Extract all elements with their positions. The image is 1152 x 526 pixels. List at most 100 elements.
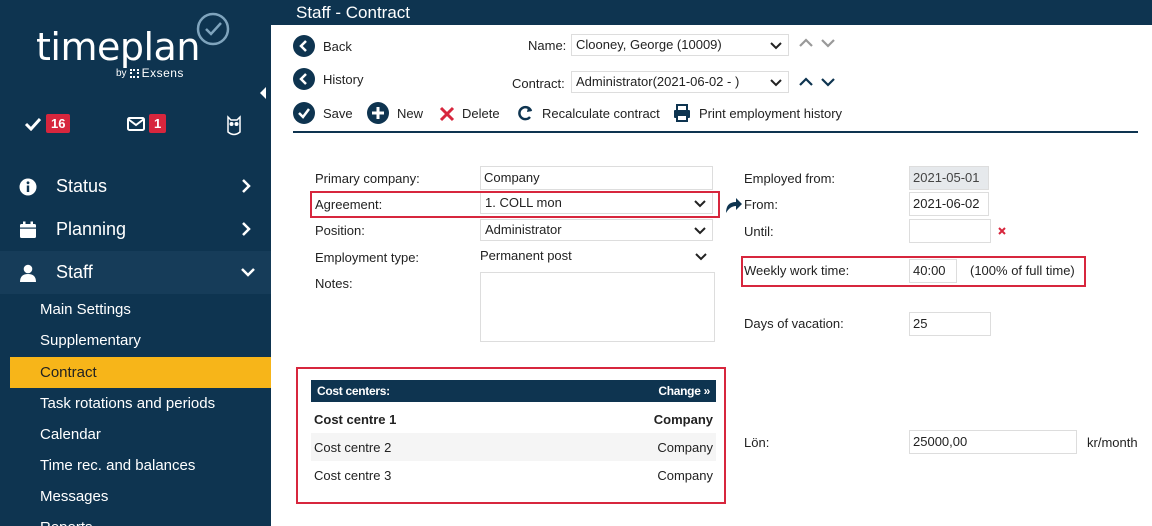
position-select[interactable]: Administrator	[480, 219, 713, 241]
chevron-right-icon	[242, 222, 251, 236]
notes-label: Notes:	[315, 276, 353, 291]
previous-person-icon[interactable]	[799, 38, 813, 48]
next-contract-icon[interactable]	[821, 77, 835, 87]
new-label: New	[397, 105, 424, 121]
sidebar: timeplan by Exsens 16 1 Status Planning …	[0, 0, 271, 526]
primary-company-field[interactable]: Company	[480, 166, 713, 190]
nav-planning[interactable]: Planning	[0, 208, 271, 251]
messages-badge: 1	[149, 114, 167, 133]
until-label: Until:	[744, 224, 774, 239]
name-select[interactable]: Clooney, George (10009)	[571, 34, 789, 56]
save-button[interactable]: Save	[293, 102, 353, 124]
contract-label: Contract:	[512, 76, 565, 91]
employed-from-label: Employed from:	[744, 171, 836, 186]
position-label: Position:	[315, 223, 365, 238]
sidebar-item-contract[interactable]: Contract	[10, 357, 271, 388]
collapse-sidebar-icon[interactable]	[260, 87, 266, 99]
sidebar-item-main-settings[interactable]: Main Settings	[0, 294, 271, 325]
sidebar-item-reports[interactable]: Reports	[0, 512, 271, 526]
nav-status[interactable]: Status	[0, 165, 271, 208]
name-label: Name:	[528, 38, 567, 53]
recalculate-label: Recalculate contract	[542, 105, 660, 121]
owl-button[interactable]	[226, 114, 242, 136]
envelope-icon	[127, 116, 145, 131]
salary-field[interactable]: 25000,00	[909, 430, 1077, 454]
arrow-left-icon	[293, 35, 315, 57]
quick-actions: 16 1	[0, 114, 271, 140]
chevron-down-icon	[770, 42, 782, 50]
toolbar-divider	[293, 131, 1138, 133]
employment-type-label: Employment type:	[315, 250, 420, 265]
chevron-down-icon	[770, 79, 782, 87]
arrow-left-icon	[293, 68, 315, 90]
position-select-value: Administrator	[485, 222, 562, 237]
timeplan-logo[interactable]: timeplan by Exsens	[36, 12, 236, 84]
sidebar-item-task-rotations[interactable]: Task rotations and periods	[0, 388, 271, 419]
notes-textarea[interactable]	[480, 272, 715, 342]
employment-type-select[interactable]: Permanent post	[476, 246, 713, 268]
calendar-icon	[20, 221, 36, 238]
logo-by: by	[116, 67, 127, 79]
chevron-right-icon	[242, 179, 251, 193]
back-label: Back	[323, 38, 352, 54]
print-history-label: Print employment history	[699, 105, 843, 121]
from-date-field[interactable]: 2021-06-02	[909, 192, 989, 216]
delete-button[interactable]: Delete	[438, 102, 500, 124]
exsens-mark-icon	[129, 68, 139, 78]
clear-x-icon[interactable]	[997, 226, 1007, 236]
chevron-down-icon	[241, 268, 255, 277]
previous-contract-icon[interactable]	[799, 77, 813, 87]
logo-text: timeplan	[36, 25, 200, 69]
printer-icon	[674, 104, 690, 122]
clock-icon	[196, 12, 230, 46]
agreement-highlight	[310, 191, 720, 218]
cost-centers-highlight	[296, 367, 726, 504]
logo-brand: Exsens	[141, 66, 184, 80]
sidebar-item-calendar[interactable]: Calendar	[0, 419, 271, 450]
new-button[interactable]: New	[367, 102, 423, 124]
days-of-vacation-field[interactable]: 25	[909, 312, 991, 336]
chevron-down-icon	[694, 227, 706, 235]
save-label: Save	[323, 105, 353, 121]
contract-select-value: Administrator(2021-06-02 - )	[576, 74, 740, 89]
delete-label: Delete	[462, 105, 500, 121]
print-history-button[interactable]: Print employment history	[673, 102, 842, 124]
sidebar-item-messages[interactable]: Messages	[0, 481, 271, 512]
back-button[interactable]: Back	[293, 35, 352, 57]
from-label: From:	[744, 197, 778, 212]
owl-icon	[227, 115, 241, 136]
user-icon	[20, 264, 36, 282]
recalculate-button[interactable]: Recalculate contract	[516, 102, 660, 124]
check-circle-icon	[293, 102, 315, 124]
nav-staff-label: Staff	[56, 262, 93, 282]
nav-status-label: Status	[56, 176, 108, 196]
tasks-button[interactable]: 16	[24, 114, 71, 133]
chevron-down-icon	[695, 253, 707, 261]
page-title: Staff - Contract	[271, 0, 1152, 25]
days-of-vacation-label: Days of vacation:	[744, 316, 844, 331]
history-label: History	[323, 71, 364, 87]
salary-unit: kr/month	[1087, 435, 1138, 450]
info-icon	[19, 178, 37, 195]
salary-label: Lön:	[744, 435, 770, 450]
check-icon	[24, 117, 42, 131]
tasks-badge: 16	[46, 114, 71, 133]
contract-select[interactable]: Administrator(2021-06-02 - )	[571, 71, 789, 93]
messages-button[interactable]: 1	[127, 114, 167, 133]
delete-x-icon	[439, 106, 455, 122]
next-person-icon[interactable]	[821, 38, 835, 48]
refresh-icon	[518, 105, 533, 121]
employed-from-field: 2021-05-01	[909, 166, 989, 190]
sidebar-item-time-rec[interactable]: Time rec. and balances	[0, 450, 271, 481]
nav-planning-label: Planning	[56, 219, 127, 239]
main-content: Staff - Contract Back History Name: Cloo…	[271, 0, 1152, 526]
nav-staff[interactable]: Staff	[0, 251, 271, 294]
share-arrow-icon[interactable]	[723, 194, 743, 214]
weekly-work-time-highlight	[741, 256, 1086, 287]
name-select-value: Clooney, George (10009)	[576, 37, 722, 52]
plus-circle-icon	[367, 102, 389, 124]
until-date-field[interactable]	[909, 219, 991, 243]
history-button[interactable]: History	[293, 68, 363, 90]
sidebar-item-supplementary[interactable]: Supplementary	[0, 325, 271, 356]
employment-type-select-value: Permanent post	[480, 248, 572, 263]
